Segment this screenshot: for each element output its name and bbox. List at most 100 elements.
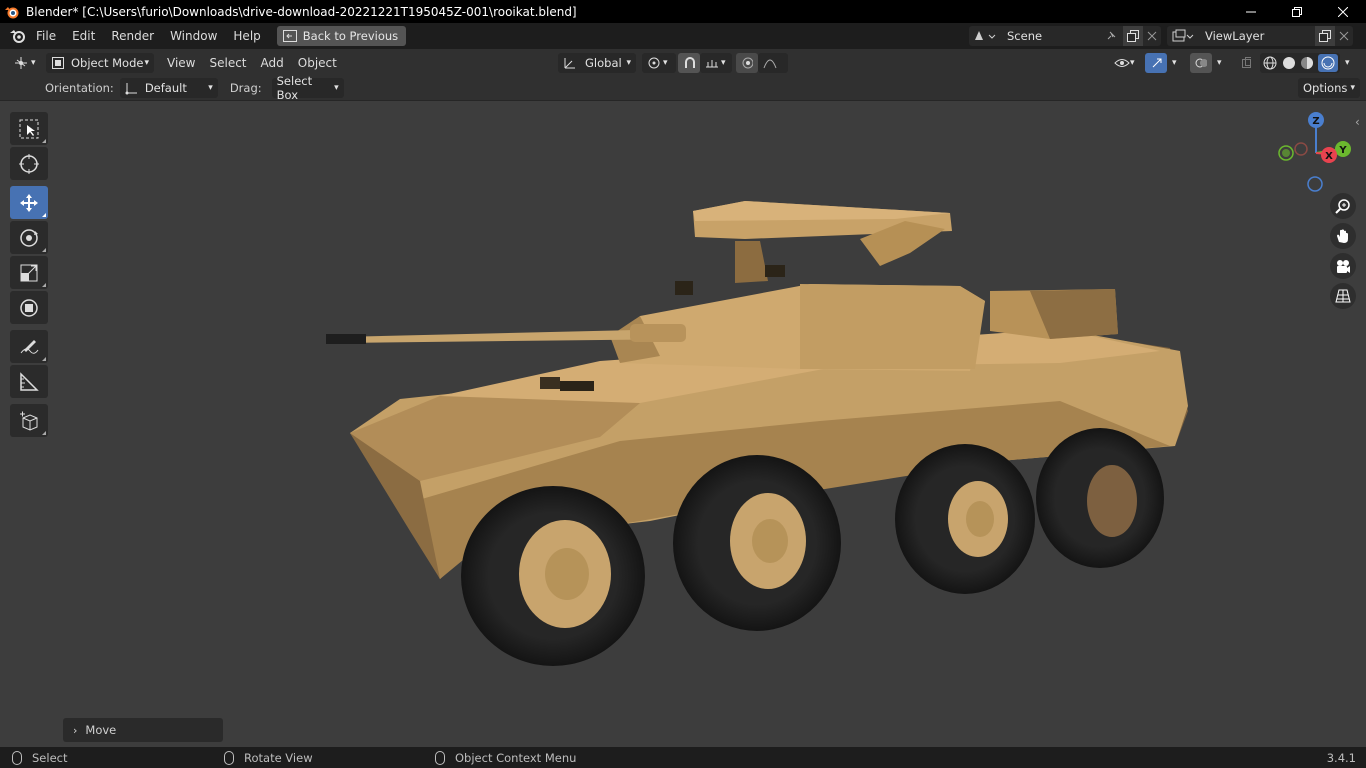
snap-toggle[interactable] [678,52,700,73]
solid-shading-icon[interactable] [1281,55,1297,71]
orientation-label: Orientation: [45,81,114,95]
cursor-icon [19,153,39,174]
transform-orientation-label: Global [585,55,622,70]
shading-mode-group [1260,52,1340,73]
snap-target-dropdown[interactable]: ▾ [700,52,732,73]
back-to-previous-label: Back to Previous [302,29,399,43]
menu-object[interactable]: Object [291,56,344,70]
magnet-icon [685,56,695,68]
new-view-layer-button[interactable] [1315,26,1335,46]
menu-select[interactable]: Select [202,56,253,70]
negative-x-axis-handle[interactable] [1294,142,1308,156]
gizmo-icon [1152,58,1162,67]
menu-edit[interactable]: Edit [64,25,103,47]
add-cube-tool[interactable] [10,404,48,437]
delete-view-layer-button[interactable] [1335,26,1353,46]
wheel [895,444,1035,594]
blender-menu-icon[interactable] [8,28,28,44]
tool-settings-bar: Orientation: Default ▾ Drag: Select Box … [0,74,1366,102]
left-mouse-icon [12,750,22,765]
minimize-icon [1246,11,1256,12]
gizmo-dropdown[interactable]: ▾ [1167,52,1183,73]
cursor-tool[interactable] [10,147,48,180]
scene-name-field[interactable]: Scene [1001,26,1123,46]
new-scene-button[interactable] [1123,26,1143,46]
close-icon [1338,6,1348,17]
move-tool[interactable] [10,186,48,219]
rendered-shading-icon[interactable] [1317,53,1338,72]
orientation-dropdown[interactable]: Default ▾ [119,78,218,98]
scene-icon [975,31,996,40]
3d-viewport[interactable]: Z Y X ‹ › Move [0,101,1366,747]
select-box-tool[interactable] [10,112,48,145]
delete-scene-button[interactable] [1143,26,1161,46]
eye-icon [1114,58,1130,67]
editor-type-dropdown[interactable]: ▾ [8,52,42,73]
drag-dropdown[interactable]: Select Box ▾ [271,74,344,102]
navigation-gizmo[interactable]: Z Y X [1275,109,1355,199]
mode-dropdown[interactable]: Object Mode ▾ [46,52,154,73]
menu-help[interactable]: Help [225,25,268,47]
wireframe-shading-icon[interactable] [1262,55,1278,71]
transform-tool[interactable] [10,291,48,324]
xray-toggle[interactable] [1236,52,1256,73]
close-window-button[interactable] [1320,0,1366,23]
scene-browse-button[interactable] [969,26,1001,46]
camera-view-button[interactable] [1330,253,1356,279]
negative-z-axis-handle[interactable] [1307,176,1323,192]
perspective-toggle-button[interactable] [1330,283,1356,309]
status-context-menu-hint: Object Context Menu [455,750,577,765]
back-to-previous-button[interactable]: Back to Previous [276,26,407,46]
pivot-point-dropdown[interactable]: ▾ [642,52,676,73]
falloff-dropdown[interactable] [758,52,788,73]
menu-view[interactable]: View [160,56,202,70]
orientation-global-icon [564,57,575,68]
overlays-toggle[interactable] [1190,52,1212,73]
xray-icon [1242,56,1251,68]
rotate-tool[interactable] [10,221,48,254]
transform-icon [20,298,38,317]
measure-tool[interactable] [10,365,48,398]
material-shading-icon[interactable] [1299,55,1315,71]
last-operator-panel[interactable]: › Move [63,718,223,742]
pan-button[interactable] [1330,223,1356,249]
menu-add[interactable]: Add [254,56,291,70]
x-axis-label: X [1325,151,1333,162]
menu-render[interactable]: Render [103,25,162,47]
mode-label: Object Mode [71,55,144,70]
pin-icon[interactable] [1105,30,1117,42]
gizmo-toggle[interactable] [1145,52,1167,73]
view-layer-field[interactable]: ViewLayer [1199,26,1315,46]
close-icon [1339,31,1349,41]
drag-value: Select Box [276,74,313,102]
window-titlebar: Blender* [C:\Users\furio\Downloads\drive… [0,0,1366,23]
visibility-dropdown[interactable]: ▾ [1109,52,1141,73]
options-dropdown[interactable]: Options ▾ [1298,78,1360,98]
wheel [461,486,645,666]
top-menu-bar: File Edit Render Window Help Back to Pre… [0,23,1366,49]
annotate-pencil-icon [20,339,39,354]
proportional-edit-icon [742,57,753,68]
chevron-down-icon: ▾ [144,57,149,68]
grid-perspective-icon [1335,289,1351,303]
restore-button[interactable] [1274,0,1320,23]
middle-mouse-icon [224,750,234,765]
annotate-tool[interactable] [10,330,48,363]
shading-dropdown[interactable]: ▾ [1340,52,1358,73]
y-axis-label: Y [1338,145,1347,156]
orientation-value: Default [144,81,187,95]
scale-tool[interactable] [10,256,48,289]
proportional-editing-toggle[interactable] [736,52,758,73]
wheel [673,455,841,631]
menu-window[interactable]: Window [162,25,225,47]
sidebar-toggle-chevron-icon[interactable]: ‹ [1355,115,1360,129]
overlays-dropdown[interactable]: ▾ [1212,52,1230,73]
minimize-button[interactable] [1228,0,1274,23]
zoom-button[interactable] [1330,193,1356,219]
menu-file[interactable]: File [28,25,64,47]
options-label: Options [1303,81,1348,95]
blender-logo-icon [5,6,19,18]
transform-orientation-dropdown[interactable]: Global ▾ [558,52,636,73]
vehicle-model [326,201,1188,666]
view-layer-browse-button[interactable] [1167,26,1199,46]
